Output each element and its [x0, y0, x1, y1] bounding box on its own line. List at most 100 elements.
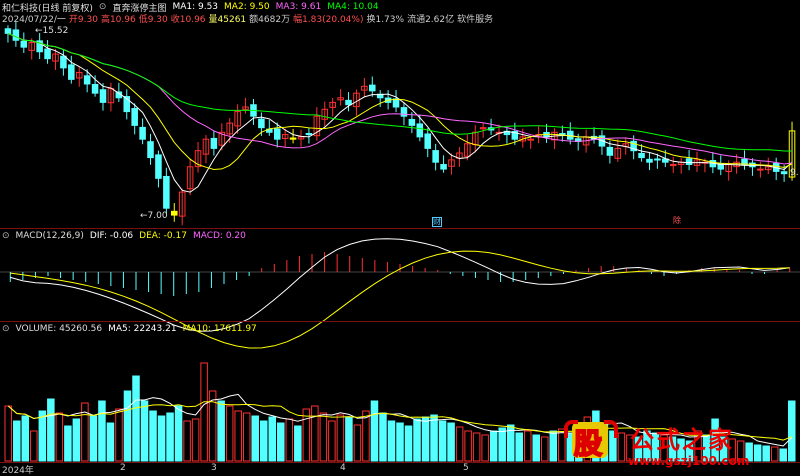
- volume-bar: [753, 444, 762, 462]
- candle-body: [345, 99, 352, 106]
- candle-body: [139, 126, 146, 140]
- price-low-label: ←7.00: [140, 211, 168, 221]
- candle-body: [68, 64, 75, 80]
- price-panel: [4, 21, 796, 226]
- dropdown-icon[interactable]: ⊙: [2, 231, 10, 241]
- axis-label: 4: [340, 463, 346, 473]
- price-right-label: 9.: [790, 168, 799, 178]
- panel-divider: [0, 321, 800, 322]
- candle-body: [416, 123, 424, 138]
- candle-body: [654, 158, 661, 161]
- candle-body: [12, 29, 20, 41]
- candle-body: [606, 146, 614, 156]
- volume-bar: [464, 430, 472, 462]
- candle-body: [289, 137, 297, 140]
- volume-bar: [455, 426, 464, 462]
- candle-body: [20, 40, 28, 48]
- volume-bar: [523, 430, 532, 462]
- axis-label: 2: [120, 463, 126, 473]
- watermark-char: 股: [573, 426, 603, 461]
- volume-bar: [4, 405, 13, 462]
- volume-bar: [47, 398, 55, 462]
- volume-ma5: MA5: 22243.21: [108, 324, 177, 334]
- volume-bar: [481, 434, 489, 462]
- candle-body: [171, 210, 178, 216]
- volume-bar: [396, 422, 404, 462]
- volume-bar: [532, 434, 541, 462]
- volume-bar: [285, 418, 294, 462]
- volume-bar: [404, 425, 413, 462]
- volume-bar: [472, 432, 481, 462]
- volume-bar: [166, 412, 174, 462]
- volume-bar: [225, 405, 234, 462]
- macd-dea: DEA: -0.17: [139, 231, 187, 241]
- candle-body: [440, 164, 447, 170]
- volume-bar: [311, 405, 319, 462]
- dropdown-icon[interactable]: ⊙: [2, 324, 10, 334]
- ma1-line: [7, 32, 793, 193]
- candle-body: [91, 83, 99, 94]
- macd-dif: DIF: -0.06: [89, 231, 134, 241]
- volume-bar: [234, 410, 242, 462]
- volume-bar: [770, 446, 779, 462]
- candle-body: [44, 48, 51, 60]
- candle-body: [646, 158, 653, 163]
- volume-bar: [123, 390, 132, 462]
- candle-body: [60, 55, 67, 69]
- volume-title[interactable]: VOLUME: 45260.56: [16, 324, 103, 334]
- volume-ma10: MA10: 17611.97: [182, 324, 257, 334]
- volume-bar: [421, 416, 430, 462]
- volume-header: ⊙ VOLUME: 45260.56 MA5: 22243.21 MA10: 1…: [2, 323, 257, 335]
- volume-bar: [132, 375, 140, 462]
- volume-bar: [370, 400, 379, 462]
- volume-bar: [779, 448, 787, 462]
- candle-body: [424, 133, 431, 149]
- price-high-label: ←15.52: [35, 26, 69, 36]
- candle-body: [432, 150, 439, 163]
- volume-bar: [430, 414, 438, 462]
- axis-label: 5: [463, 463, 469, 473]
- volume-bar: [149, 410, 157, 462]
- candle-body: [305, 132, 313, 136]
- candle-body: [392, 98, 400, 108]
- candle-body: [685, 158, 693, 165]
- volume-bar: [498, 427, 506, 462]
- candle-body: [147, 141, 154, 159]
- candle-body: [400, 107, 408, 117]
- volume-bar: [302, 408, 311, 462]
- volume-bar: [268, 416, 277, 462]
- volume-bar: [13, 420, 21, 462]
- volume-bar: [191, 418, 200, 462]
- macd-header: ⊙ MACD(12,26,9) DIF: -0.06 DEA: -0.17 MA…: [2, 230, 246, 242]
- volume-bar: [353, 424, 362, 462]
- volume-bar: [89, 415, 98, 462]
- candle-body: [83, 75, 91, 85]
- volume-bar: [106, 422, 115, 462]
- volume-bar: [38, 410, 47, 462]
- macd-dif-line: [10, 238, 790, 332]
- volume-bar: [336, 414, 345, 462]
- watermark-url: www.gszj100.com: [628, 454, 750, 468]
- watermark-title: 公式之家: [630, 425, 734, 454]
- macd-title[interactable]: MACD(12,26,9): [16, 231, 84, 241]
- volume-bar: [217, 400, 225, 462]
- dividend-marker[interactable]: 除: [673, 217, 681, 225]
- candle-body: [638, 152, 645, 159]
- axis-label: 3: [211, 463, 217, 473]
- candle-body: [4, 28, 12, 34]
- watermark-logo: 股: [562, 420, 620, 462]
- volume-bar: [294, 425, 302, 462]
- volume-bar: [277, 422, 285, 462]
- volume-bar: [762, 445, 770, 462]
- volume-bar: [242, 412, 251, 462]
- volume-bar: [387, 420, 396, 462]
- finance-marker[interactable]: 财: [432, 217, 442, 227]
- volume-bar: [30, 430, 38, 462]
- volume-bar: [328, 420, 336, 462]
- candle-body: [273, 128, 281, 140]
- candle-body: [163, 175, 170, 209]
- candle-body: [131, 108, 138, 126]
- volume-bar: [549, 430, 558, 462]
- volume-bar: [447, 422, 455, 462]
- volume-bar: [787, 400, 796, 462]
